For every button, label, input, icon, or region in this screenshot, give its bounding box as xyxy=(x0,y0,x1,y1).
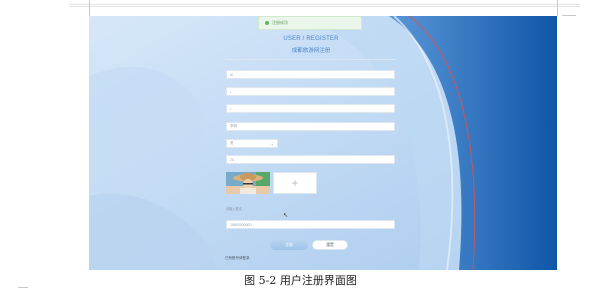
avatar-photo xyxy=(226,172,270,194)
real-name-field[interactable]: 李明 xyxy=(226,122,395,131)
registration-page-screenshot: 注册成功 USER / REGISTER 成都旅游网注册 ld • • 李明 男… xyxy=(89,16,557,270)
plus-icon: + xyxy=(291,176,299,190)
figure-caption: 图 5-2 用户注册界面图 xyxy=(244,274,357,287)
confirm-password-field[interactable]: • xyxy=(226,104,395,113)
toast-text: 注册成功 xyxy=(272,20,288,25)
document-top-rule-2 xyxy=(70,6,580,7)
phone-field[interactable]: 19800000000 xyxy=(226,220,395,229)
document-corner-mark xyxy=(557,0,558,16)
login-link[interactable]: 已有账号请登录 xyxy=(225,256,250,261)
success-toast: 注册成功 xyxy=(258,16,362,30)
age-field[interactable]: 20 xyxy=(226,155,395,164)
document-corner-mark xyxy=(562,15,576,16)
mouse-cursor-icon: ↖ xyxy=(283,212,289,219)
avatar-upload-button[interactable]: + xyxy=(273,172,317,194)
signature-label: 请输入签名 xyxy=(226,207,242,211)
avatar-preview xyxy=(226,172,270,194)
username-field[interactable]: ld xyxy=(226,70,395,79)
decorative-background xyxy=(89,16,557,270)
register-button[interactable]: 注册 xyxy=(270,240,308,250)
register-title-en: USER / REGISTER xyxy=(283,36,339,42)
register-title-cn: 成都旅游网注册 xyxy=(291,48,331,54)
reset-button[interactable]: 重置 xyxy=(312,240,348,250)
gender-select-value: 男 xyxy=(230,141,234,145)
success-dot-icon xyxy=(265,21,269,25)
password-field[interactable]: • xyxy=(226,87,395,96)
document-corner-mark xyxy=(89,0,90,16)
title-divider xyxy=(226,59,396,60)
document-top-rule xyxy=(70,4,580,5)
gender-select[interactable]: 男 ⌄ xyxy=(226,139,278,148)
chevron-down-icon: ⌄ xyxy=(270,141,274,146)
